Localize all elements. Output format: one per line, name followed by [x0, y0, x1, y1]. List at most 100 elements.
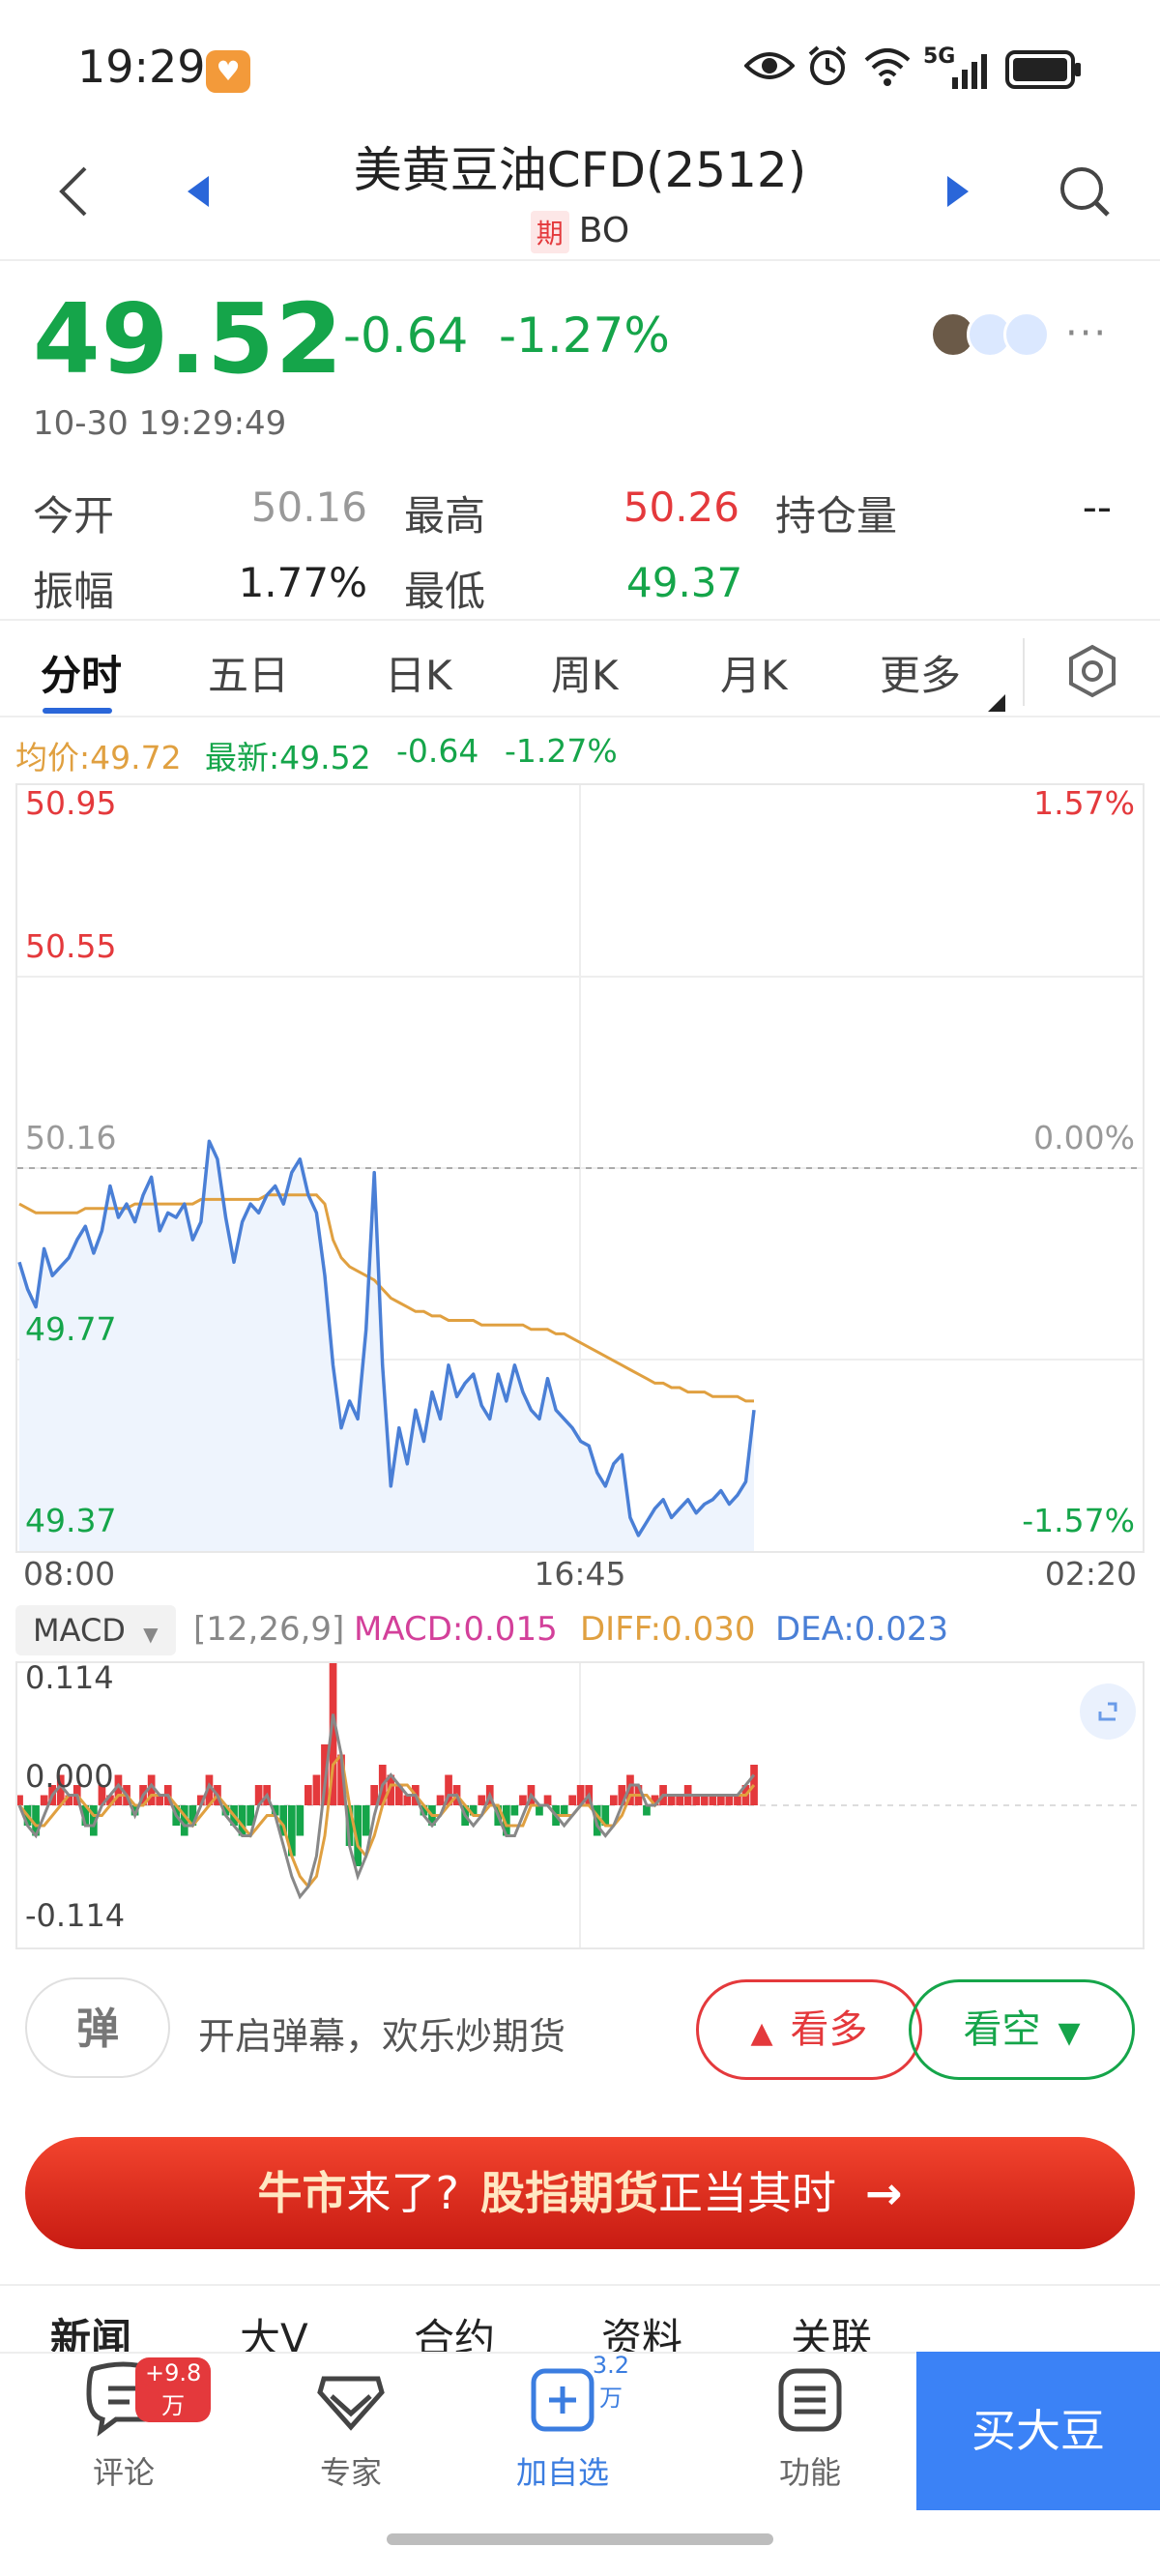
bearish-button[interactable]: 看空 ▼ [909, 1979, 1135, 2080]
notification-heart-icon: ♥ [206, 50, 250, 93]
price-change-pct: -1.27% [499, 307, 670, 364]
tab-monthly-k[interactable]: 月K [720, 643, 788, 702]
bullish-button[interactable]: ▲ 看多 [696, 1979, 922, 2080]
x-tick-label: 16:45 [534, 1555, 626, 1593]
chevron-down-icon: ▼ [143, 1623, 159, 1646]
nav-comment-label: 评论 [92, 2454, 155, 2491]
stat-label-high: 最高 [404, 492, 486, 540]
macd-histogram-bar [40, 1795, 48, 1805]
more-icon[interactable]: ··· [1065, 311, 1108, 356]
danmu-prompt[interactable]: 开启弹幕，欢乐炒期货 [198, 2006, 566, 2060]
banner-text-4: 正当其时 [657, 2167, 836, 2219]
macd-histogram-bar [734, 1795, 741, 1805]
menu-icon [778, 2368, 842, 2432]
stat-value-low: 49.37 [626, 559, 743, 606]
stat-value-open-interest: -- [1082, 483, 1112, 531]
macd-histogram-bar [700, 1795, 709, 1805]
nav-comment[interactable]: 评论 +9.8万 [46, 2357, 212, 2493]
y-tick-label: 50.95 [25, 785, 116, 822]
macd-histogram-bar [312, 1774, 321, 1805]
tab-more[interactable]: 更多 [880, 643, 961, 702]
bearish-label: 看空 [963, 2007, 1041, 2052]
stat-label-open: 今开 [33, 492, 115, 540]
divider [0, 2284, 1160, 2286]
price-area [19, 1141, 754, 1551]
watchlist-count: 3.2万 [592, 2352, 630, 2412]
macd-histogram-bar [536, 1805, 543, 1816]
macd-chart-canvas: 0.114 0.000 -0.114 [17, 1663, 1143, 1947]
quote-time: 10-30 19:29:49 [33, 404, 287, 443]
y-tick-label-right: 1.57% [1033, 785, 1135, 822]
tab-daily-k[interactable]: 日K [385, 643, 452, 702]
y-tick-label-right: 0.00% [1033, 1119, 1135, 1156]
macd-histogram-bar [519, 1795, 527, 1805]
banner-text-1: 牛市 [257, 2167, 347, 2219]
chart-settings-icon[interactable] [1067, 644, 1117, 698]
status-bar: 19:29 ♥ 5G [0, 0, 1160, 135]
macd-histogram-bar [362, 1805, 370, 1836]
danmu-toggle-button[interactable]: 弹 [25, 1977, 170, 2078]
macd-y-tick-label: 0.114 [25, 1663, 114, 1696]
home-indicator[interactable] [387, 2533, 773, 2545]
dea-line [17, 1750, 756, 1889]
divider [0, 716, 1160, 717]
macd-histogram-bar [560, 1805, 568, 1816]
macd-histogram-bar [750, 1765, 758, 1805]
macd-params: [12,26,9] [193, 1610, 345, 1649]
macd-histogram-bar [643, 1805, 651, 1816]
macd-value: MACD:0.015 [354, 1610, 558, 1649]
macd-histogram-bar [717, 1795, 725, 1805]
divider [0, 259, 1160, 261]
nav-functions[interactable]: 功能 [733, 2359, 887, 2493]
legend-change-pct: -1.27% [505, 732, 618, 770]
avatar [1003, 311, 1050, 358]
macd-histogram-bar [403, 1795, 412, 1805]
banner-text-3: 股指期货 [479, 2167, 658, 2219]
follower-avatars[interactable] [930, 311, 1056, 360]
last-price: 49.52 [33, 282, 344, 395]
triangle-up-icon: ▲ [750, 2016, 773, 2050]
nav-add-watchlist[interactable]: 加自选 3.2万 [485, 2352, 640, 2493]
next-contract-icon[interactable] [945, 174, 971, 209]
contract-code: 期 BO [0, 211, 1160, 253]
tab-weekly-k[interactable]: 周K [551, 643, 619, 702]
comment-count-badge: +9.8万 [135, 2357, 212, 2422]
y-tick-label: 49.37 [25, 1502, 116, 1539]
search-icon[interactable] [1058, 164, 1112, 219]
nav-add-watchlist-label: 加自选 [515, 2454, 609, 2491]
expand-icon[interactable] [1079, 1683, 1137, 1741]
stat-value-amplitude: 1.77% [238, 559, 367, 606]
macd-histogram-bar [676, 1795, 683, 1805]
divider [1023, 638, 1025, 706]
nav-functions-label: 功能 [778, 2454, 841, 2491]
tab-intraday[interactable]: 分时 [41, 643, 122, 702]
price-change: -0.64 [343, 307, 469, 364]
nav-expert-label: 专家 [319, 2454, 382, 2491]
wifi-icon [864, 48, 911, 86]
clock: 19:29 [77, 41, 206, 93]
y-tick-label: 50.16 [25, 1119, 116, 1156]
stat-value-high: 50.26 [623, 483, 740, 531]
page-title: 美黄豆油CFD(2512) [353, 142, 807, 198]
macd-chart[interactable]: 0.114 0.000 -0.114 [15, 1661, 1145, 1949]
macd-y-tick-label: -0.114 [25, 1897, 125, 1934]
eye-icon [744, 52, 795, 79]
buy-soybean-button[interactable]: 买大豆 [916, 2352, 1160, 2510]
macd-histogram-bar [510, 1805, 519, 1816]
macd-histogram-bar [296, 1805, 304, 1836]
macd-histogram-bar [725, 1795, 734, 1805]
intraday-chart[interactable]: 50.95 50.55 50.16 49.77 49.37 1.57% 0.00% -1.57… [15, 783, 1145, 1553]
tab-five-day[interactable]: 五日 [208, 643, 289, 702]
signal-icon [952, 54, 987, 89]
macd-histogram-bar [304, 1785, 312, 1805]
legend-avg-price: 均价:49.72 [15, 739, 182, 776]
diamond-icon [317, 2376, 385, 2431]
battery-icon [1005, 50, 1081, 89]
nav-expert[interactable]: 专家 [274, 2359, 428, 2493]
indicator-select[interactable]: MACD ▼ [15, 1605, 176, 1655]
promo-banner[interactable]: 牛市来了? 股指期货正当其时 → [25, 2137, 1135, 2249]
banner-text-2: 来了? [346, 2167, 459, 2219]
contract-symbol: BO [578, 211, 630, 250]
x-tick-label: 02:20 [1044, 1555, 1137, 1593]
macd-histogram-bar [667, 1795, 676, 1805]
